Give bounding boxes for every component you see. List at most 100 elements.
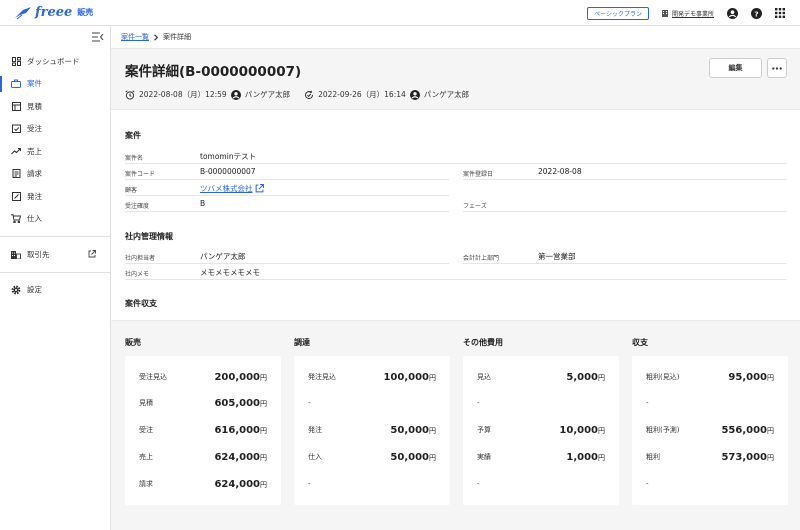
sidebar-item-label: 発注 [27,191,42,201]
sidebar-item-sales[interactable]: 売上 [0,140,110,163]
customer-link[interactable]: ツバメ株式会社 [200,183,253,194]
sidebar-item-partners[interactable]: 取引先 [0,243,110,266]
user-circle-icon [409,89,420,100]
finance-card: 見込 5,000円 - 予算 10,000円 実績 1,000円 - [463,356,619,505]
sidebar-item-label: 請求 [27,169,42,179]
freee-bird-icon [15,6,31,19]
certainty-value: B [200,199,206,208]
order-check-icon [11,124,21,134]
finance-row: 実績 1,000円 [477,451,605,463]
finance-row: 仕入 50,000円 [308,451,436,463]
created-at: 2022-08-08（月）12:59 [139,90,227,99]
building-icon [661,10,668,17]
office-switcher[interactable]: 開発デモ事業所 [661,9,714,18]
more-horizontal-icon [772,66,782,70]
finance-column-title: 調達 [294,338,310,347]
help-icon[interactable]: ? [750,7,762,19]
estimate-icon [11,101,21,111]
external-link-icon [87,249,97,259]
plan-badge[interactable]: ベーシックプラン [587,6,649,20]
section-heading-internal: 社内管理情報 [125,232,173,241]
breadcrumb-project-list-link[interactable]: 案件一覧 [121,32,149,42]
memo-label: 社内メモ [125,271,150,278]
logo-subtitle: 販売 [77,8,94,17]
finance-row: 見込 5,000円 [477,371,605,383]
finance-row: 受注 616,000円 [139,424,267,436]
sidebar-item-label: 見積 [27,101,42,111]
breadcrumb-current: 案件詳細 [163,33,191,41]
user-circle-icon [230,89,241,100]
customer-label: 顧客 [125,187,138,194]
project-name-value: tomominテスト [200,152,257,161]
project-name-label: 案件名 [125,155,144,162]
finance-row: 粗利(見込) 95,000円 [646,371,774,383]
department-label: 会計計上部門 [463,255,500,262]
sidebar-item-label: 売上 [27,146,42,156]
field-row-name: 案件名 tomominテスト [125,148,787,164]
sidebar-item-label: ダッシュボード [27,56,80,66]
gear-icon [11,285,21,295]
finance-row: 粗利 573,000円 [646,451,774,463]
finance-column-title: 収支 [632,338,648,347]
sidebar-item-projects[interactable]: 案件 [0,73,110,96]
title-area: 案件詳細(B-0000000007) 編集 2022-08-08（月）12:59… [111,48,800,110]
finance-row: - [477,480,480,488]
staff-value: パンゲア太郎 [200,252,246,261]
finance-card: 受注見込 200,000円 見積 605,000円 受注 616,000円 売上 624… [125,356,281,505]
more-menu-button[interactable] [767,58,787,78]
finance-row: 見積 605,000円 [139,397,267,409]
purchase-order-icon [11,191,21,201]
building-icon [11,249,21,259]
sidebar-item-orders[interactable]: 受注 [0,118,110,141]
sidebar-divider [0,236,110,237]
finance-area: 販売 受注見込 200,000円 見積 605,000円 受注 616,000円 売上… [111,320,800,530]
finance-row: 発注 50,000円 [308,424,436,436]
sidebar-item-dashboard[interactable]: ダッシュボード [0,50,110,73]
sidebar-divider [0,271,110,273]
registered-date-label: 案件登録日 [463,171,494,178]
updated-by: パンゲア太郎 [423,90,470,99]
sidebar-item-purchases[interactable]: 仕入 [0,208,110,231]
sidebar-collapse-icon[interactable] [92,32,104,42]
briefcase-icon [11,79,21,89]
sidebar-item-label: 設定 [27,285,42,295]
app-header: freee 販売 ベーシックプラン 開発デモ事業所 ? [0,0,800,26]
finance-row: 受注見込 200,000円 [139,371,267,383]
finance-row: - [308,399,311,407]
sidebar-item-estimates[interactable]: 見積 [0,95,110,118]
finance-row: 発注見込 100,000円 [308,371,436,383]
field-row-certainty: 受注確度 B フェーズ [125,196,787,212]
invoice-icon [11,169,21,179]
project-code-label: 案件コード [125,171,156,178]
field-row-code: 案件コード B-0000000007 案件登録日 2022-08-08 [125,164,787,180]
created-by: パンゲア太郎 [244,90,291,99]
section-heading-project: 案件 [125,131,141,140]
field-row-customer: 顧客 ツバメ株式会社 [125,180,787,196]
sidebar-item-invoices[interactable]: 請求 [0,163,110,186]
finance-column-title: 販売 [125,338,141,347]
finance-row: 売上 624,000円 [139,451,267,463]
staff-label: 社内担当者 [125,255,156,262]
customer-link-wrap: ツバメ株式会社 [200,183,264,194]
main-content: 案件一覧 案件詳細 案件詳細(B-0000000007) 編集 2022-08-… [111,26,800,530]
finance-row: 粗利(予測) 556,000円 [646,424,774,436]
department-value: 第一営業部 [538,252,576,261]
sidebar-item-label: 取引先 [27,249,50,259]
sidebar-item-settings[interactable]: 設定 [0,279,110,302]
app-logo[interactable]: freee 販売 [14,5,93,20]
account-icon[interactable] [726,7,738,19]
project-code-value: B-0000000007 [200,167,256,176]
finance-row: 請求 624,000円 [139,478,267,490]
sidebar-item-label: 案件 [27,79,42,89]
finance-row: - [646,480,649,488]
field-row-staff: 社内担当者 パンゲア太郎 会計計上部門 第一営業部 [125,248,787,264]
app-grid-icon[interactable] [774,7,786,19]
update-icon [305,90,314,99]
sidebar-item-purchase-orders[interactable]: 発注 [0,185,110,208]
finance-row: 予算 10,000円 [477,424,605,436]
edit-button[interactable]: 編集 [709,58,762,78]
external-link-icon[interactable] [255,184,264,193]
sidebar: ダッシュボード 案件 見積 受注 売上 請求 発注 仕入 取引先 設定 [0,26,111,530]
sidebar-item-label: 受注 [27,124,42,134]
certainty-label: 受注確度 [125,203,150,210]
